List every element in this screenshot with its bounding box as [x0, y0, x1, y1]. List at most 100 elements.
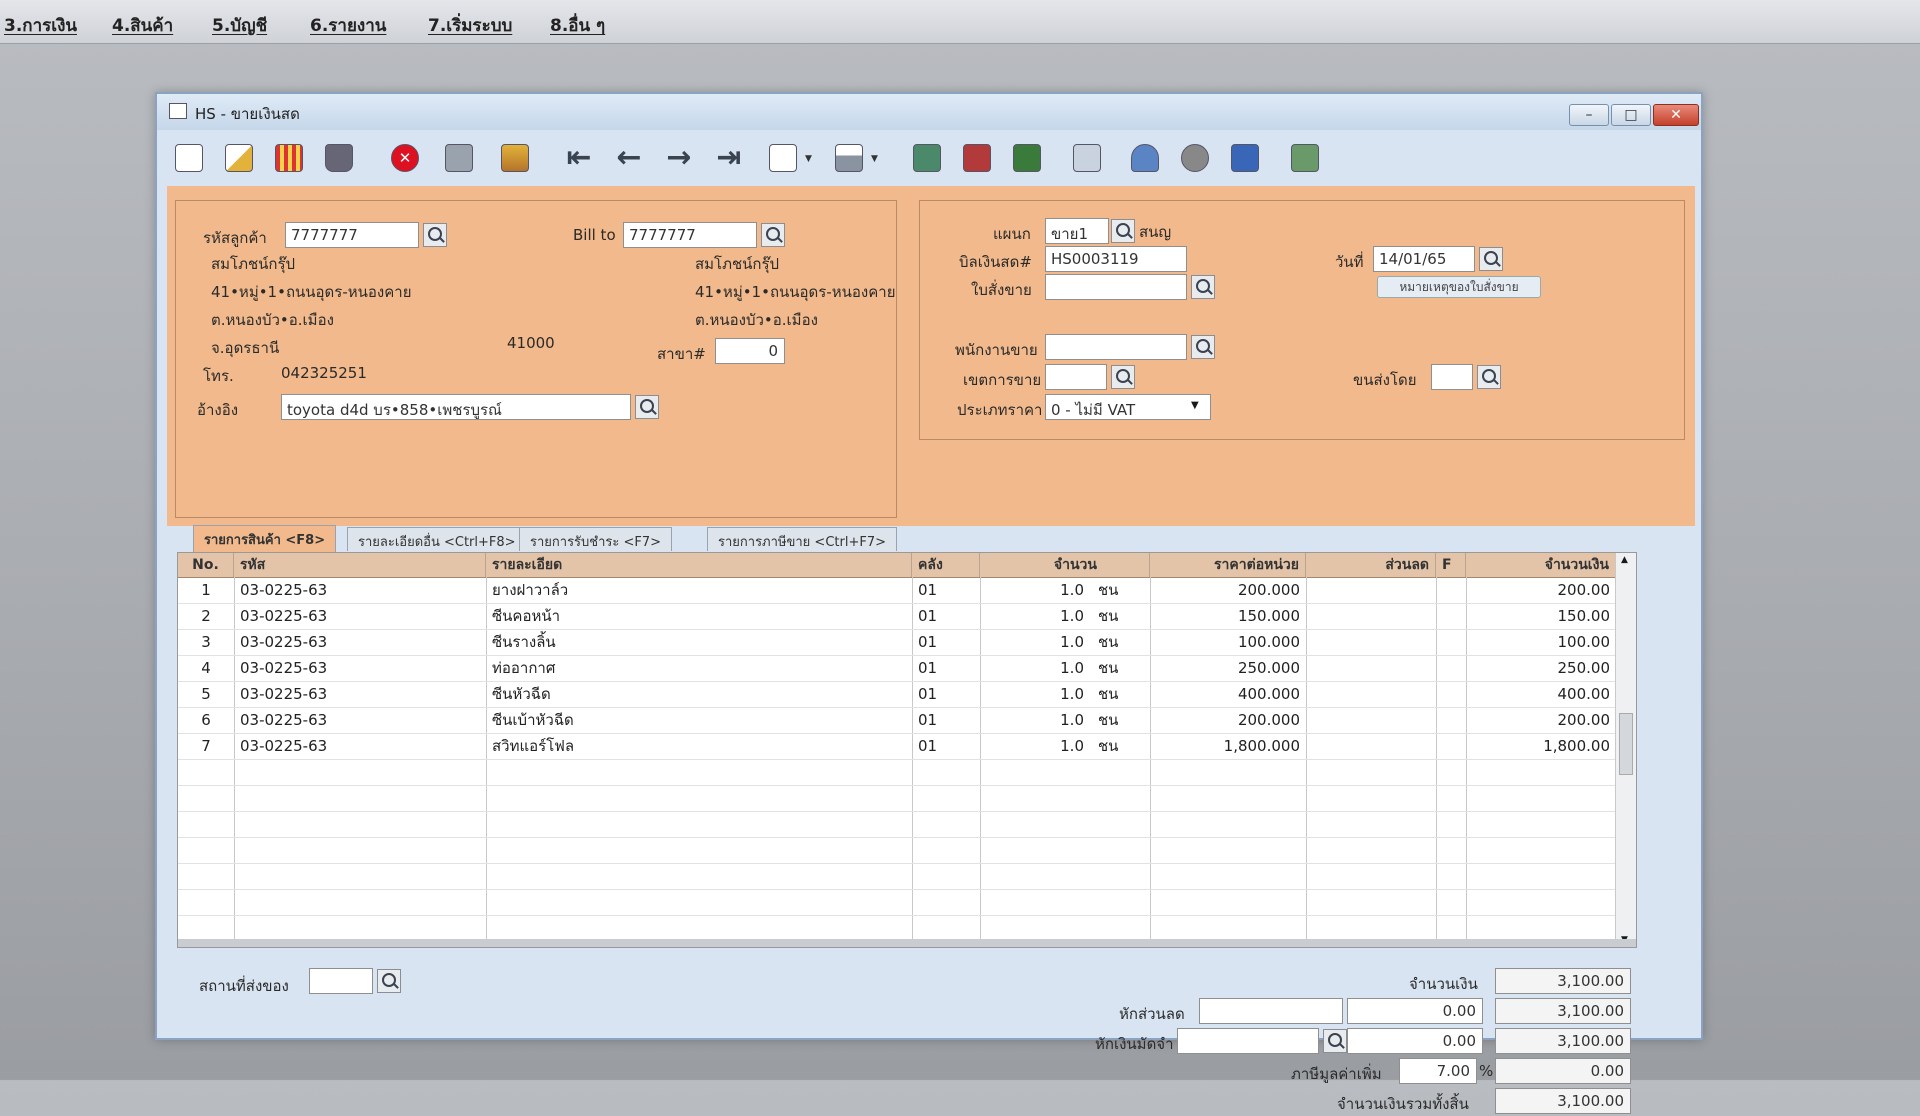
menu-reports[interactable]: 6.รายงาน [310, 12, 386, 39]
row-desc[interactable]: ยางฝาวาล์ว [486, 577, 912, 603]
film-icon[interactable] [959, 140, 995, 176]
row-price[interactable]: 1,800.000 [1150, 733, 1306, 759]
minimize-button[interactable]: – [1569, 104, 1609, 126]
next-record-icon[interactable]: → [661, 140, 697, 176]
row-flag[interactable] [1436, 577, 1466, 603]
table-icon[interactable] [1069, 140, 1105, 176]
row-no[interactable]: 7 [178, 733, 234, 759]
ship-by-input[interactable] [1431, 364, 1473, 390]
maximize-button[interactable]: □ [1611, 104, 1651, 126]
reference-search-icon[interactable] [635, 395, 659, 419]
row-no[interactable]: 4 [178, 655, 234, 681]
ship-by-search-icon[interactable] [1477, 365, 1501, 389]
row-flag[interactable] [1436, 603, 1466, 629]
row-code[interactable]: 03-0225-63 [234, 603, 486, 629]
row-warehouse[interactable]: 01 [912, 603, 980, 629]
vat-rate-input[interactable]: 7.00 [1399, 1058, 1477, 1084]
row-discount[interactable] [1306, 629, 1436, 655]
row-qty[interactable]: 1.0 [980, 681, 1090, 707]
deposit-text-input[interactable] [1177, 1028, 1319, 1054]
row-price[interactable]: 150.000 [1150, 603, 1306, 629]
row-desc[interactable]: ซีนเบ้าหัวฉีด [486, 707, 912, 733]
row-amount[interactable]: 400.00 [1466, 681, 1616, 707]
delivery-search-icon[interactable] [377, 969, 401, 993]
row-no[interactable]: 1 [178, 577, 234, 603]
tab-items[interactable]: รายการสินค้า <F8> [193, 525, 337, 552]
col-qty[interactable]: จำนวน [980, 553, 1150, 577]
tools-icon[interactable] [1177, 140, 1213, 176]
col-desc[interactable]: รายละเอียด [486, 553, 912, 577]
row-qty[interactable]: 1.0 [980, 707, 1090, 733]
tab-sales-tax[interactable]: รายการภาษีขาย <Ctrl+F7> [707, 527, 897, 551]
order-note-button[interactable]: หมายเหตุของใบสั่งขาย [1377, 276, 1541, 298]
col-no[interactable]: No. [178, 553, 234, 577]
row-no[interactable]: 6 [178, 707, 234, 733]
cancel-icon[interactable]: ✕ [387, 140, 423, 176]
row-flag[interactable] [1436, 681, 1466, 707]
department-search-icon[interactable] [1111, 219, 1135, 243]
row-price[interactable]: 400.000 [1150, 681, 1306, 707]
table-row[interactable]: 1 03-0225-63 ยางฝาวาล์ว 01 1.0 ชน 200.000 200.0… [178, 577, 1636, 603]
table-row[interactable]: 6 03-0225-63 ซีนเบ้าหัวฉีด 01 1.0 ชน 200.000 20… [178, 707, 1636, 733]
table-row[interactable]: 2 03-0225-63 ซีนคอหน้า 01 1.0 ชน 150.000 150.00 [178, 603, 1636, 629]
last-record-icon[interactable]: ⇥ [711, 140, 747, 176]
row-price[interactable]: 100.000 [1150, 629, 1306, 655]
row-discount[interactable] [1306, 603, 1436, 629]
row-flag[interactable] [1436, 733, 1466, 759]
row-discount[interactable] [1306, 733, 1436, 759]
row-qty[interactable]: 1.0 [980, 655, 1090, 681]
tab-payments[interactable]: รายการรับชำระ <F7> [519, 527, 673, 551]
date-input[interactable]: 14/01/65 [1373, 246, 1475, 272]
screen-icon[interactable] [909, 140, 945, 176]
row-unit[interactable]: ชน [1092, 681, 1150, 707]
window-titlebar[interactable]: HS - ขายเงินสด – □ ✕ [157, 94, 1701, 130]
row-unit[interactable]: ชน [1092, 707, 1150, 733]
billto-search-icon[interactable] [761, 223, 785, 247]
sales-order-search-icon[interactable] [1191, 275, 1215, 299]
grid-horizontal-scrollbar[interactable] [178, 939, 1636, 947]
salesman-input[interactable] [1045, 334, 1187, 360]
bill-number-input[interactable]: HS0003119 [1045, 246, 1187, 272]
col-warehouse[interactable]: คลัง [912, 553, 980, 577]
row-flag[interactable] [1436, 707, 1466, 733]
row-code[interactable]: 03-0225-63 [234, 629, 486, 655]
edit-icon[interactable] [221, 140, 257, 176]
row-code[interactable]: 03-0225-63 [234, 733, 486, 759]
row-qty[interactable]: 1.0 [980, 577, 1090, 603]
menu-other[interactable]: 8.อื่น ๆ [550, 12, 605, 39]
scroll-up-icon[interactable]: ▲ [1621, 555, 1628, 565]
discount-amount-input[interactable]: 0.00 [1347, 998, 1483, 1024]
salesman-search-icon[interactable] [1191, 335, 1215, 359]
print-dropdown-icon[interactable]: ▼ [871, 154, 878, 164]
first-record-icon[interactable]: ⇤ [561, 140, 597, 176]
row-warehouse[interactable]: 01 [912, 733, 980, 759]
person-ok-icon[interactable] [1127, 140, 1163, 176]
menu-products[interactable]: 4.สินค้า [112, 12, 173, 39]
row-discount[interactable] [1306, 577, 1436, 603]
deposit-amount-input[interactable]: 0.00 [1347, 1028, 1483, 1054]
row-amount[interactable]: 200.00 [1466, 577, 1616, 603]
row-unit[interactable]: ชน [1092, 629, 1150, 655]
sales-order-input[interactable] [1045, 274, 1187, 300]
row-warehouse[interactable]: 01 [912, 655, 980, 681]
row-warehouse[interactable]: 01 [912, 681, 980, 707]
calc-icon[interactable] [1009, 140, 1045, 176]
menu-setup[interactable]: 7.เริ่มระบบ [428, 12, 512, 39]
row-warehouse[interactable]: 01 [912, 577, 980, 603]
row-no[interactable]: 5 [178, 681, 234, 707]
billto-input[interactable]: 7777777 [623, 222, 757, 248]
table-row[interactable]: 4 03-0225-63 ท่ออากาศ 01 1.0 ชน 250.000 250.00 [178, 655, 1636, 681]
network-icon[interactable] [1287, 140, 1323, 176]
row-no[interactable]: 2 [178, 603, 234, 629]
row-price[interactable]: 200.000 [1150, 707, 1306, 733]
col-price[interactable]: ราคาต่อหน่วย [1150, 553, 1306, 577]
row-flag[interactable] [1436, 655, 1466, 681]
sales-area-input[interactable] [1045, 364, 1107, 390]
menu-finance[interactable]: 3.การเงิน [4, 12, 77, 39]
row-warehouse[interactable]: 01 [912, 629, 980, 655]
grid-vertical-scrollbar[interactable]: ▲ ▼ [1615, 553, 1636, 947]
table-row[interactable]: 3 03-0225-63 ซีนรางลิ้น 01 1.0 ชน 100.000 100.0… [178, 629, 1636, 655]
row-qty[interactable]: 1.0 [980, 629, 1090, 655]
row-amount[interactable]: 100.00 [1466, 629, 1616, 655]
print-icon[interactable] [831, 140, 867, 176]
